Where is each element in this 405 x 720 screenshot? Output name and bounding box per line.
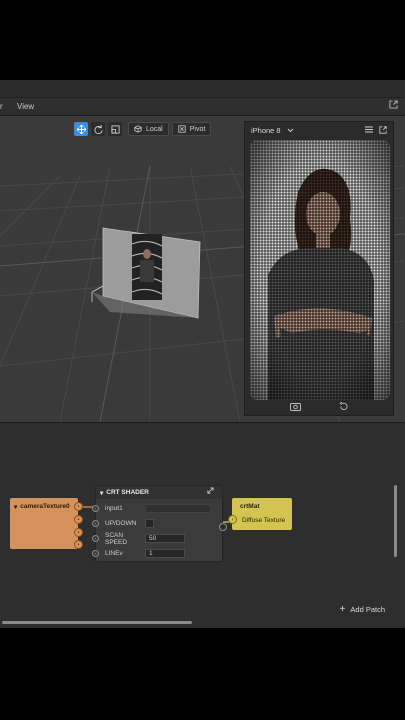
simulator-footer [245,398,393,415]
plus-icon: + [339,604,346,615]
patch-editor[interactable]: ▾ cameraTexture0 • • • • ▾ CRT SHADER › … [0,422,405,628]
output-port[interactable] [219,523,227,531]
input-row-input1: › input1 [92,502,222,515]
input-port[interactable]: › [92,520,99,527]
pivot-label: Pivot [189,125,206,133]
rotate-icon [93,124,103,134]
output-port[interactable]: • [74,540,83,549]
input-label: input1 [105,505,123,512]
rotate-tool-button[interactable] [91,122,105,136]
device-selector[interactable]: iPhone 8 [251,126,281,135]
output-port[interactable]: • [74,502,83,511]
external-link-icon[interactable] [389,100,399,110]
vertical-scrollbar[interactable] [394,485,397,557]
input1-field[interactable] [145,504,211,513]
input-label: LINEv [105,550,123,557]
device-simulator: iPhone 8 [244,121,394,416]
input-row-scan-speed: › SCAN SPEED 50 [92,531,222,546]
menu-item-view[interactable]: View [17,102,34,111]
input-row-linev: › LINEv 1 [92,547,222,560]
material-node-title: crtMat [240,503,260,510]
crt-camera-preview [250,140,390,400]
updown-checkbox[interactable] [145,519,154,528]
output-port[interactable]: • [74,528,83,537]
title-bar [0,80,405,98]
menu-icon[interactable] [365,126,373,133]
scale-tool-button[interactable] [108,122,122,136]
local-label: Local [146,125,163,133]
simulator-preview-screen [250,140,390,400]
crt-node-title: CRT SHADER [106,489,149,496]
chevron-down-icon[interactable] [287,126,294,135]
camera-node-header: ▾ cameraTexture0 [14,503,70,511]
camera-texture-node[interactable]: ▾ cameraTexture0 • • • • [10,498,83,549]
crt-node-header: ▾ CRT SHADER [96,486,222,499]
input-port[interactable]: › [92,505,99,512]
horizontal-scrollbar[interactable] [2,621,192,624]
scan-speed-field[interactable]: 50 [145,534,185,543]
simulator-header: iPhone 8 [245,122,393,138]
crt-shader-node[interactable]: ▾ CRT SHADER › input1 › UP/DOWN › SCAN S… [92,485,227,562]
camera-switch-icon[interactable] [290,402,301,411]
material-node[interactable]: crtMat › Diffuse Texture [228,498,292,530]
move-icon [76,124,86,134]
input-port[interactable]: › [92,535,99,542]
collapse-arrow-icon[interactable]: ▾ [14,503,17,511]
input-port[interactable]: › [228,515,237,524]
input-label: SCAN SPEED [105,531,128,546]
scale-icon [110,124,120,134]
output-port[interactable]: • [74,515,83,524]
viewport-toolbar: Local Pivot [74,122,212,136]
collapse-arrow-icon[interactable]: ▾ [100,489,103,497]
diffuse-texture-label: Diffuse Texture [242,517,286,524]
external-link-icon[interactable] [379,126,387,134]
move-tool-button[interactable] [74,122,88,136]
pivot-icon [178,125,186,133]
add-patch-button[interactable]: + Add Patch [340,604,385,615]
pivot-button[interactable]: Pivot [171,122,212,136]
linev-field[interactable]: 1 [145,549,185,558]
input-port[interactable]: › [92,550,99,557]
local-space-button[interactable]: Local [128,122,169,136]
menu-item-truncated[interactable]: r [0,102,3,111]
expand-icon[interactable] [207,487,214,496]
add-patch-label: Add Patch [350,605,385,614]
input-label: UP/DOWN [105,520,137,527]
menu-bar: r View [0,98,405,116]
input-row-updown: › UP/DOWN [92,517,222,530]
restart-icon[interactable] [339,402,348,411]
cube-icon [134,125,142,133]
camera-node-title: cameraTexture0 [20,503,70,510]
